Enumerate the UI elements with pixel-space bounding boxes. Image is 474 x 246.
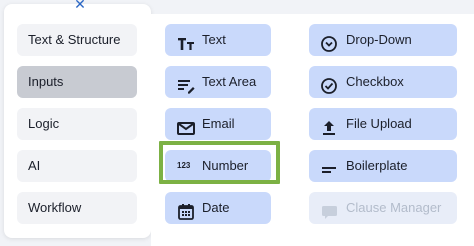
field-label: Email <box>202 116 235 131</box>
category-text-structure[interactable]: Text & Structure <box>17 24 137 56</box>
field-file-upload-button[interactable]: File Upload <box>309 108 457 140</box>
form-field-picker: ✕ Text & Structure Inputs Logic AI Workf… <box>0 0 474 246</box>
checkbox-icon <box>321 74 337 94</box>
field-label: Checkbox <box>346 74 404 89</box>
field-email-button[interactable]: Email <box>165 108 271 140</box>
category-panel: ✕ Text & Structure Inputs Logic AI Workf… <box>4 0 151 238</box>
field-date-button[interactable]: Date <box>165 192 271 224</box>
field-text-area-button[interactable]: Text Area <box>165 66 271 98</box>
selection-highlight <box>159 141 280 184</box>
clause-manager-icon <box>321 200 337 219</box>
category-inputs[interactable]: Inputs <box>17 66 137 98</box>
field-text-button[interactable]: Text <box>165 24 271 56</box>
field-dropdown-button[interactable]: Drop-Down <box>309 24 457 56</box>
category-ai[interactable]: AI <box>17 150 137 182</box>
boilerplate-icon <box>321 158 337 174</box>
field-label: Date <box>202 200 230 215</box>
field-label: File Upload <box>346 116 412 131</box>
field-clause-manager-button[interactable]: Clause Manager <box>309 192 457 224</box>
dropdown-icon <box>321 32 337 52</box>
category-label: Workflow <box>28 200 82 215</box>
category-label: Logic <box>28 116 60 131</box>
field-label: Boilerplate <box>346 158 408 173</box>
field-label: Text Area <box>202 74 257 89</box>
category-label: Inputs <box>28 74 64 89</box>
text-area-icon <box>177 74 195 94</box>
category-label: AI <box>28 158 41 173</box>
category-label: Text & Structure <box>28 32 121 47</box>
field-boilerplate-button[interactable]: Boilerplate <box>309 150 457 182</box>
upload-icon <box>321 116 337 135</box>
email-icon <box>177 116 195 135</box>
field-label: Clause Manager <box>346 200 442 215</box>
field-label: Drop-Down <box>346 32 412 47</box>
category-logic[interactable]: Logic <box>17 108 137 140</box>
calendar-icon <box>177 200 194 220</box>
field-label: Text <box>202 32 226 47</box>
category-workflow[interactable]: Workflow <box>17 192 137 224</box>
text-format-icon <box>177 32 194 50</box>
field-types-panel: Text Text Area Email 123 Number Date Dro… <box>151 14 474 246</box>
field-checkbox-button[interactable]: Checkbox <box>309 66 457 98</box>
close-icon[interactable]: ✕ <box>72 0 88 12</box>
